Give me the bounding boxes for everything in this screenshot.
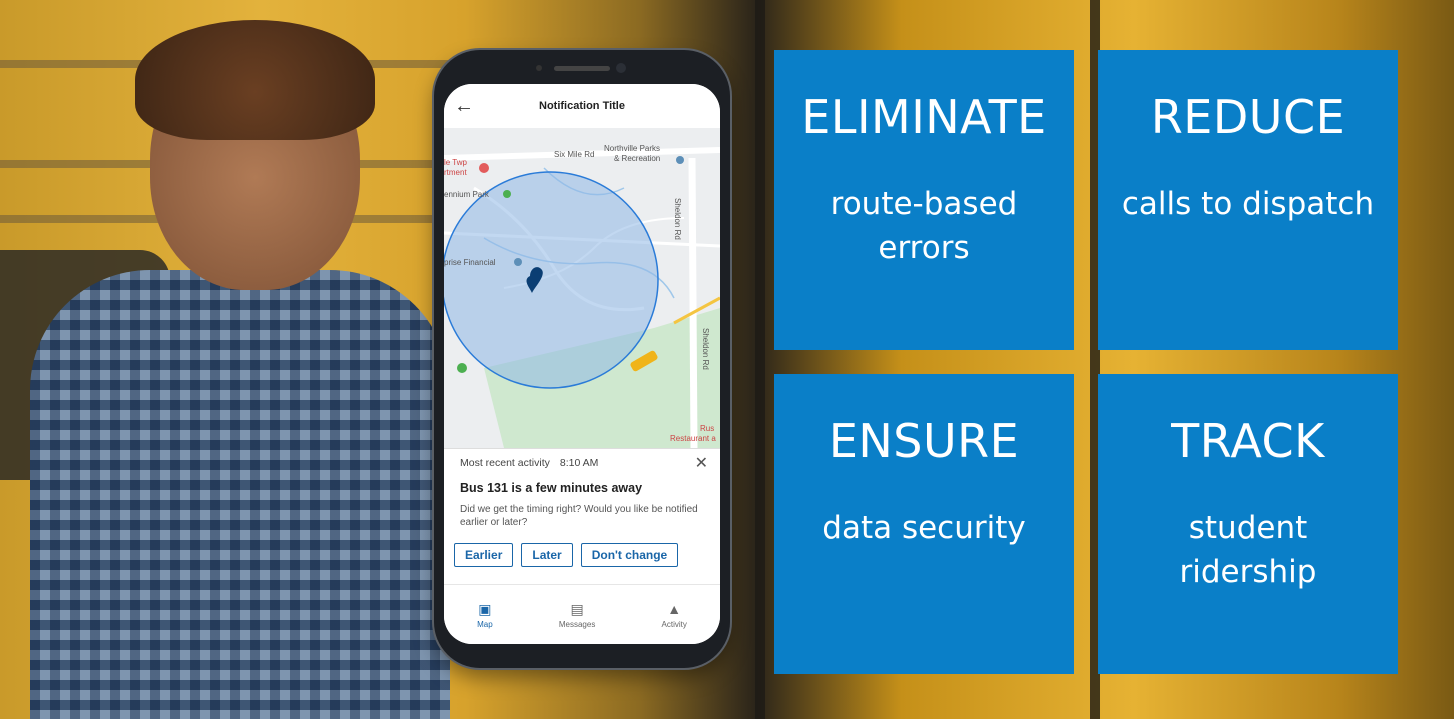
app-bar: ← Notification Title (444, 84, 720, 128)
tile-title: REDUCE (1150, 90, 1346, 144)
tile-subtitle: route-based errors (830, 186, 1018, 266)
phone-screen: ← Notification Title Six Mile Rd Northvi… (444, 84, 720, 644)
tile-subtitle: data security (822, 510, 1026, 546)
dont-change-button[interactable]: Don't change (580, 543, 679, 567)
activity-title: Bus 131 is a few minutes away (460, 481, 643, 495)
later-button[interactable]: Later (521, 543, 573, 567)
map-label: le Twp (444, 158, 467, 167)
map-label: prise Financial (444, 258, 496, 267)
map-graphic (444, 128, 720, 449)
tile-title: TRACK (1171, 414, 1325, 468)
map-label: Northville Parks (604, 144, 661, 153)
map-label: Sheldon Rd (701, 328, 710, 370)
nav-item-messages[interactable]: ▤ Messages (559, 601, 595, 629)
nav-item-map[interactable]: ▣ Map (477, 601, 493, 629)
nav-label: Activity (661, 620, 687, 629)
phone-camera (616, 63, 626, 73)
map-label: Six Mile Rd (554, 150, 595, 159)
recent-activity-label: Most recent activity (460, 457, 550, 469)
message-icon: ▤ (570, 601, 584, 617)
map-label: ennium Park (444, 190, 489, 199)
activity-time: 8:10 AM (559, 457, 599, 469)
map-label: Rus (700, 424, 715, 433)
recent-activity-header: Most recent activity 8:10 AM (460, 457, 598, 469)
activity-body: Did we get the timing right? Would you l… (460, 504, 698, 528)
child-shirt (30, 270, 450, 719)
tile-ensure: ENSURE data security (774, 374, 1074, 674)
map-label: Sheldon Rd (673, 198, 682, 240)
tile-reduce: REDUCE calls to dispatch (1098, 50, 1398, 350)
hero-scene: ← Notification Title Six Mile Rd Northvi… (0, 0, 1454, 719)
nav-item-activity[interactable]: ▲ Activity (662, 601, 687, 629)
map-label: rtment (444, 168, 467, 177)
phone-speaker (554, 66, 610, 71)
tile-title: ENSURE (828, 414, 1020, 468)
phone-sensor (536, 65, 542, 71)
child-hair (135, 20, 375, 140)
nav-label: Map (477, 620, 493, 629)
arrow-left-icon[interactable]: ← (444, 95, 484, 118)
bottom-nav: ▣ Map ▤ Messages ▲ Activity (444, 584, 720, 644)
tile-track: TRACK student ridership (1098, 374, 1398, 674)
notification-title: Notification Title (539, 100, 625, 112)
timing-buttons: Earlier Later Don't change (454, 543, 679, 567)
activity-card: Most recent activity 8:10 AM ✕ Bus 131 is… (444, 448, 720, 585)
bus-door-edge (755, 0, 765, 719)
tile-eliminate: ELIMINATE route-based errors (774, 50, 1074, 350)
nav-label: Messages (558, 620, 596, 629)
tile-subtitle: student ridership (1179, 510, 1317, 590)
map-label: Restaurant a (670, 434, 716, 443)
earlier-button[interactable]: Earlier (454, 543, 514, 567)
bell-icon: ▲ (667, 601, 682, 617)
close-icon[interactable]: ✕ (695, 453, 708, 473)
tile-subtitle: calls to dispatch (1121, 186, 1375, 222)
phone-mockup: ← Notification Title Six Mile Rd Northvi… (434, 50, 730, 668)
map-view[interactable]: Six Mile Rd Northville Parks & Recreatio… (444, 128, 720, 449)
map-icon: ▣ (478, 601, 492, 617)
tile-title: ELIMINATE (801, 90, 1047, 144)
map-label: & Recreation (614, 154, 661, 163)
